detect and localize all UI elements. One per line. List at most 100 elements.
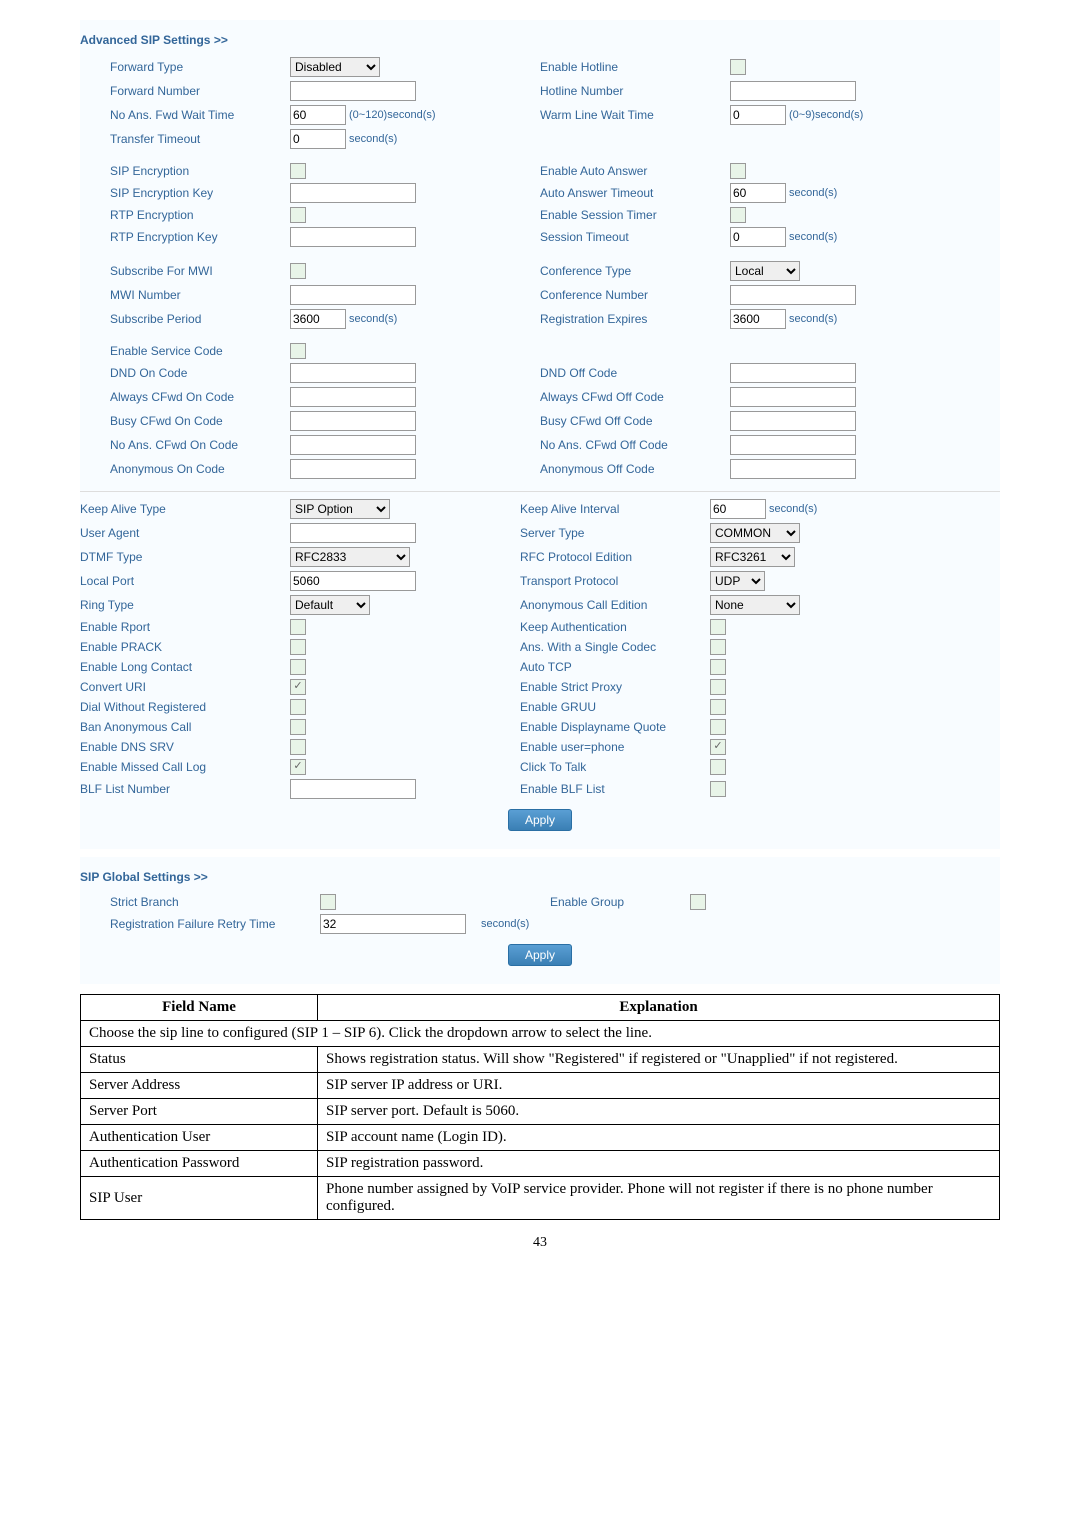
transfer-timeout-label: Transfer Timeout xyxy=(80,132,290,146)
always-cfwd-off-input[interactable] xyxy=(730,387,856,407)
dial-without-reg-label: Dial Without Registered xyxy=(80,700,290,714)
enable-rport-checkbox[interactable] xyxy=(290,619,306,635)
keep-alive-interval-input[interactable] xyxy=(710,499,766,519)
ban-anon-checkbox[interactable] xyxy=(290,719,306,735)
blf-list-input[interactable] xyxy=(290,779,416,799)
warm-line-input[interactable] xyxy=(730,105,786,125)
enable-service-code-checkbox[interactable] xyxy=(290,343,306,359)
busy-cfwd-on-label: Busy CFwd On Code xyxy=(80,414,290,428)
enable-gruu-label: Enable GRUU xyxy=(520,700,710,714)
user-agent-input[interactable] xyxy=(290,523,416,543)
enable-blf-checkbox[interactable] xyxy=(710,781,726,797)
transfer-timeout-input[interactable] xyxy=(290,129,346,149)
sip-global-header: SIP Global Settings >> xyxy=(80,862,1000,892)
seconds-unit6: second(s) xyxy=(481,918,529,930)
keep-auth-checkbox[interactable] xyxy=(710,619,726,635)
rfc-protocol-select[interactable]: RFC3261 xyxy=(710,547,795,567)
enable-long-contact-checkbox[interactable] xyxy=(290,659,306,675)
anon-off-label: Anonymous Off Code xyxy=(540,462,730,476)
subscribe-period-input[interactable] xyxy=(290,309,346,329)
enable-gruu-checkbox[interactable] xyxy=(710,699,726,715)
anon-on-input[interactable] xyxy=(290,459,416,479)
busy-cfwd-on-input[interactable] xyxy=(290,411,416,431)
mwi-number-input[interactable] xyxy=(290,285,416,305)
rtp-enc-key-input[interactable] xyxy=(290,227,416,247)
blf-list-label: BLF List Number xyxy=(80,782,290,796)
always-cfwd-on-input[interactable] xyxy=(290,387,416,407)
subscribe-mwi-checkbox[interactable] xyxy=(290,263,306,279)
hotline-number-input[interactable] xyxy=(730,81,856,101)
server-type-select[interactable]: COMMON xyxy=(710,523,800,543)
reg-fail-input[interactable] xyxy=(320,914,466,934)
conference-type-select[interactable]: Local xyxy=(730,261,800,281)
dial-without-reg-checkbox[interactable] xyxy=(290,699,306,715)
enable-blf-label: Enable BLF List xyxy=(520,782,710,796)
transport-select[interactable]: UDP xyxy=(710,571,765,591)
strict-proxy-checkbox[interactable] xyxy=(710,679,726,695)
sip-encryption-label: SIP Encryption xyxy=(80,164,290,178)
noans-cfwd-off-input[interactable] xyxy=(730,435,856,455)
click-talk-checkbox[interactable] xyxy=(710,759,726,775)
rtp-enc-key-label: RTP Encryption Key xyxy=(80,230,290,244)
auto-tcp-label: Auto TCP xyxy=(520,660,710,674)
noans-cfwd-on-input[interactable] xyxy=(290,435,416,455)
noans-fwd-input[interactable] xyxy=(290,105,346,125)
dtmf-type-label: DTMF Type xyxy=(80,550,290,564)
auto-answer-timeout-input[interactable] xyxy=(730,183,786,203)
enable-group-checkbox[interactable] xyxy=(690,894,706,910)
session-timeout-input[interactable] xyxy=(730,227,786,247)
forward-type-select[interactable]: Disabled xyxy=(290,57,380,77)
auto-tcp-checkbox[interactable] xyxy=(710,659,726,675)
keep-auth-label: Keep Authentication xyxy=(520,620,710,634)
forward-number-input[interactable] xyxy=(290,81,416,101)
enable-prack-checkbox[interactable] xyxy=(290,639,306,655)
enable-dq-label: Enable Displayname Quote xyxy=(520,720,710,734)
table-row-0: Choose the sip line to configured (SIP 1… xyxy=(81,1021,1000,1047)
busy-cfwd-off-input[interactable] xyxy=(730,411,856,431)
enable-up-checkbox[interactable] xyxy=(710,739,726,755)
sip-enc-key-input[interactable] xyxy=(290,183,416,203)
strict-branch-checkbox[interactable] xyxy=(320,894,336,910)
dtmf-type-select[interactable]: RFC2833 xyxy=(290,547,410,567)
enable-missed-checkbox[interactable] xyxy=(290,759,306,775)
rtp-encryption-checkbox[interactable] xyxy=(290,207,306,223)
local-port-input[interactable] xyxy=(290,571,416,591)
anon-call-select[interactable]: None xyxy=(710,595,800,615)
conference-number-input[interactable] xyxy=(730,285,856,305)
table-header-field: Field Name xyxy=(81,995,318,1021)
enable-session-timer-checkbox[interactable] xyxy=(730,207,746,223)
apply-button-1[interactable]: Apply xyxy=(508,809,572,831)
enable-hotline-checkbox[interactable] xyxy=(730,59,746,75)
ans-single-label: Ans. With a Single Codec xyxy=(520,640,710,654)
dnd-off-label: DND Off Code xyxy=(540,366,730,380)
convert-uri-checkbox[interactable] xyxy=(290,679,306,695)
enable-dns-srv-checkbox[interactable] xyxy=(290,739,306,755)
sip-encryption-checkbox[interactable] xyxy=(290,163,306,179)
enable-service-code-label: Enable Service Code xyxy=(80,344,290,358)
rfc-protocol-label: RFC Protocol Edition xyxy=(520,550,710,564)
reg-expires-input[interactable] xyxy=(730,309,786,329)
mwi-number-label: MWI Number xyxy=(80,288,290,302)
dnd-on-input[interactable] xyxy=(290,363,416,383)
forward-type-label: Forward Type xyxy=(80,60,290,74)
keep-alive-type-select[interactable]: SIP Option xyxy=(290,499,390,519)
noans-cfwd-on-label: No Ans. CFwd On Code xyxy=(80,438,290,452)
seconds-unit4: second(s) xyxy=(789,313,837,325)
enable-dq-checkbox[interactable] xyxy=(710,719,726,735)
table-header-explanation: Explanation xyxy=(318,995,1000,1021)
enable-auto-answer-checkbox[interactable] xyxy=(730,163,746,179)
hotline-number-label: Hotline Number xyxy=(540,84,730,98)
keep-alive-interval-label: Keep Alive Interval xyxy=(520,502,710,516)
apply-button-2[interactable]: Apply xyxy=(508,944,572,966)
anon-off-input[interactable] xyxy=(730,459,856,479)
busy-cfwd-off-label: Busy CFwd Off Code xyxy=(540,414,730,428)
strict-branch-label: Strict Branch xyxy=(80,895,320,909)
enable-dns-srv-label: Enable DNS SRV xyxy=(80,740,290,754)
field-explanation-table: Field Name Explanation Choose the sip li… xyxy=(80,994,1000,1220)
ring-type-select[interactable]: Default xyxy=(290,595,370,615)
enable-prack-label: Enable PRACK xyxy=(80,640,290,654)
dnd-off-input[interactable] xyxy=(730,363,856,383)
rtp-encryption-label: RTP Encryption xyxy=(80,208,290,222)
table-row-3b: SIP server port. Default is 5060. xyxy=(318,1099,1000,1125)
ans-single-checkbox[interactable] xyxy=(710,639,726,655)
